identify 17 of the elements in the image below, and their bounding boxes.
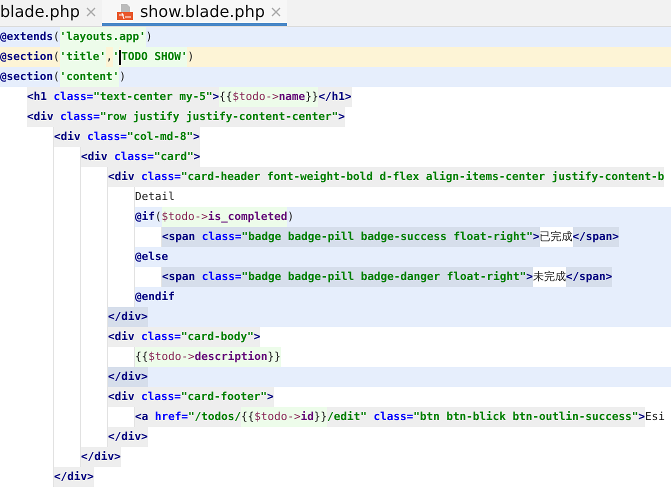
close-icon[interactable]: [86, 6, 96, 16]
code-line: </div>: [108, 427, 671, 447]
close-icon[interactable]: [270, 6, 281, 16]
code-line: <a href="/todos/{{$todo->id}}/edit" class="btn btn-blick btn-outlin-success">Esi: [135, 407, 671, 427]
file-tab[interactable]: show.blade.php: [102, 0, 287, 26]
file-icon: [116, 2, 134, 20]
code-line: </div>: [54, 467, 671, 487]
file-tab[interactable]: blade.php: [0, 0, 102, 26]
code-line: {{$todo->description}}: [135, 347, 671, 367]
code-line: <div class="row justify justify-content-center">: [27, 107, 671, 127]
code-line: <h1 class="text-center my-5">{{$todo->name}}</h1>: [27, 87, 671, 107]
code-line: <div class="card-body">: [108, 327, 671, 347]
code-line: <div class="card-footer">: [108, 387, 671, 407]
code-line: Detail: [135, 187, 671, 207]
code-line: </div>: [81, 447, 671, 467]
code-line: <div class="card">: [81, 147, 671, 167]
code-line: <div class="col-md-8">: [54, 127, 671, 147]
